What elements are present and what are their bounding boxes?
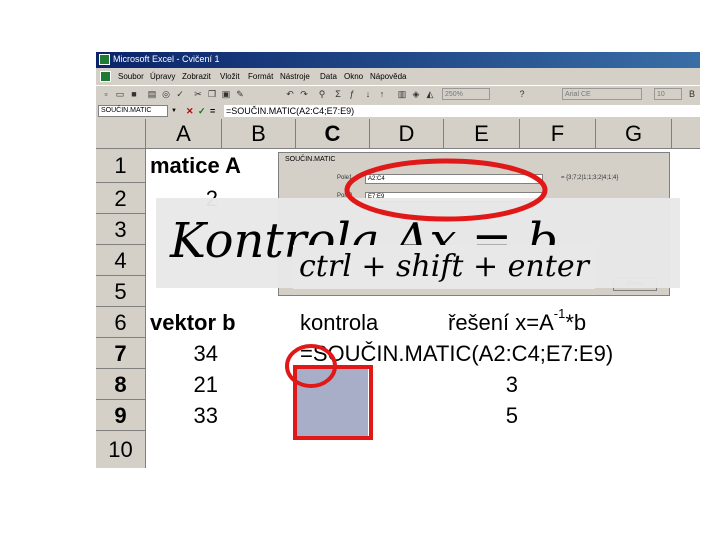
- title-bar: Microsoft Excel - Cvičení 1: [96, 52, 700, 68]
- column-header-g[interactable]: G: [596, 119, 672, 149]
- cell-a6-text: vektor b: [150, 310, 236, 335]
- undo-icon[interactable]: ↶: [284, 88, 296, 100]
- function-icon[interactable]: ƒ: [346, 88, 358, 100]
- overlay-shortcut: ctrl + shift + enter: [293, 245, 595, 289]
- menu-upravy[interactable]: Úpravy: [150, 72, 175, 81]
- format-painter-icon[interactable]: ✎: [234, 88, 246, 100]
- menu-format[interactable]: Formát: [248, 72, 273, 81]
- menu-napoveda[interactable]: Nápověda: [370, 72, 406, 81]
- menu-bar: Soubor Úpravy Zobrazit Vložit Formát Nás…: [96, 69, 700, 85]
- dialog-title: SOUČIN.MATIC: [285, 156, 336, 163]
- preview-icon[interactable]: ◎: [160, 88, 172, 100]
- autosum-icon[interactable]: Σ: [332, 88, 344, 100]
- cell-e6-superscript: -1: [553, 306, 566, 321]
- row-header-5[interactable]: 5: [96, 276, 146, 307]
- cell-a9[interactable]: 33: [150, 400, 218, 431]
- spellcheck-icon[interactable]: ✓: [174, 88, 186, 100]
- row-header-10[interactable]: 10: [96, 431, 146, 468]
- sort-desc-icon[interactable]: ↑: [376, 88, 388, 100]
- save-icon[interactable]: ■: [128, 88, 140, 100]
- column-header-a[interactable]: A: [146, 119, 222, 149]
- row-header-1[interactable]: 1: [96, 149, 146, 183]
- bold-icon[interactable]: B: [686, 88, 698, 100]
- menu-data[interactable]: Data: [320, 72, 337, 81]
- chart-wizard-icon[interactable]: ▥: [396, 88, 408, 100]
- row-header-4[interactable]: 4: [96, 245, 146, 276]
- menu-soubor[interactable]: Soubor: [118, 72, 144, 81]
- column-header-e[interactable]: E: [444, 119, 520, 149]
- select-all-corner[interactable]: [96, 119, 146, 149]
- formula-bar: SOUČIN.MATIC ▼ ✕ ✓ = =SOUČIN.MATIC(A2:C4…: [96, 104, 700, 118]
- column-header-b[interactable]: B: [222, 119, 296, 149]
- cell-e9[interactable]: 5: [448, 400, 518, 431]
- dialog-input-pole1[interactable]: A2:C4: [365, 174, 543, 184]
- name-box-dropdown-icon[interactable]: ▼: [169, 105, 179, 117]
- edit-formula-icon[interactable]: =: [210, 105, 215, 117]
- cell-a1[interactable]: matice A: [150, 151, 241, 181]
- cell-a6[interactable]: vektor b: [150, 307, 236, 338]
- window-title: Microsoft Excel - Cvičení 1: [113, 54, 220, 64]
- slide: { "window": { "title": "Microsoft Excel …: [0, 0, 720, 540]
- drawing-icon[interactable]: ◭: [424, 88, 436, 100]
- standard-toolbar: ▫ ▭ ■ ▤ ◎ ✓ ✂ ❐ ▣ ✎ ↶ ↷ ⚲ Σ ƒ ↓ ↑ ▥ ◈ ◭ …: [96, 85, 700, 104]
- new-icon[interactable]: ▫: [100, 88, 112, 100]
- hyperlink-icon[interactable]: ⚲: [316, 88, 328, 100]
- workbook-icon[interactable]: [100, 71, 111, 82]
- cell-e6-suffix: *b: [565, 310, 587, 335]
- row-header-2[interactable]: 2: [96, 183, 146, 214]
- dialog-label-pole1: Pole1: [337, 175, 353, 181]
- cell-c6[interactable]: kontrola: [300, 307, 378, 338]
- name-box[interactable]: SOUČIN.MATIC: [98, 105, 168, 117]
- cell-e8[interactable]: 3: [448, 369, 518, 400]
- cell-a7[interactable]: 34: [150, 338, 218, 369]
- column-header-d[interactable]: D: [370, 119, 444, 149]
- zoom-select[interactable]: 250%: [442, 88, 490, 100]
- font-size-select[interactable]: 10: [654, 88, 682, 100]
- menu-zobrazit[interactable]: Zobrazit: [182, 72, 211, 81]
- cancel-icon[interactable]: ✕: [186, 105, 194, 117]
- column-header-overflow: [672, 119, 700, 149]
- enter-icon[interactable]: ✓: [198, 105, 206, 117]
- row-header-3[interactable]: 3: [96, 214, 146, 245]
- row-header-9[interactable]: 9: [96, 400, 146, 431]
- map-icon[interactable]: ◈: [410, 88, 422, 100]
- cell-c7-formula[interactable]: =SOUČIN.MATIC(A2:C4;E7:E9): [300, 338, 613, 369]
- help-icon[interactable]: ?: [516, 88, 528, 100]
- sort-asc-icon[interactable]: ↓: [362, 88, 374, 100]
- formula-input[interactable]: =SOUČIN.MATIC(A2:C4;E7:E9): [224, 105, 700, 117]
- menu-okno[interactable]: Okno: [344, 72, 363, 81]
- font-select[interactable]: Arial CE: [562, 88, 642, 100]
- open-icon[interactable]: ▭: [114, 88, 126, 100]
- cell-a8[interactable]: 21: [150, 369, 218, 400]
- copy-icon[interactable]: ❐: [206, 88, 218, 100]
- menu-vlozit[interactable]: Vložit: [220, 72, 240, 81]
- redo-icon[interactable]: ↷: [298, 88, 310, 100]
- row-header-8[interactable]: 8: [96, 369, 146, 400]
- cut-icon[interactable]: ✂: [192, 88, 204, 100]
- column-header-f[interactable]: F: [520, 119, 596, 149]
- column-header-c[interactable]: C: [296, 119, 370, 149]
- excel-app-icon: [99, 54, 110, 65]
- cell-e6-text: řešení x=A: [448, 310, 554, 335]
- print-icon[interactable]: ▤: [146, 88, 158, 100]
- selected-range-c8-c9: [296, 369, 368, 437]
- cell-e6[interactable]: řešení x=A-1*b: [448, 306, 587, 341]
- paste-icon[interactable]: ▣: [220, 88, 232, 100]
- menu-nastroje[interactable]: Nástroje: [280, 72, 310, 81]
- row-header-7[interactable]: 7: [96, 338, 146, 369]
- row-header-6[interactable]: 6: [96, 307, 146, 338]
- dialog-result-pole1: = {3;7;2|1;1;3;2|4;1;4}: [561, 175, 619, 181]
